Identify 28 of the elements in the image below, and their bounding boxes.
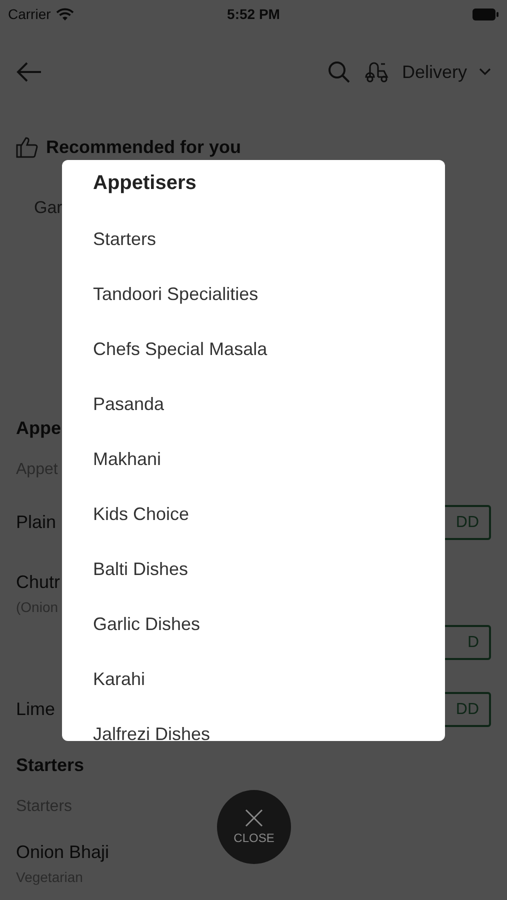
category-item[interactable]: Makhani [93,432,414,487]
status-time: 5:52 PM [227,6,280,22]
chevron-down-icon[interactable] [479,68,491,76]
section-title: Starters [16,755,84,775]
thumbs-up-icon [16,136,38,158]
close-button[interactable]: CLOSE [217,790,291,864]
category-item[interactable]: Jalfrezi Dishes [93,707,414,741]
category-item[interactable]: Chefs Special Masala [93,322,414,377]
dish-name: Onion Bhaji [16,842,110,863]
category-item[interactable]: Kids Choice [93,487,414,542]
wifi-icon [56,8,74,20]
dish-name: Chutr [16,572,60,593]
back-arrow-icon[interactable] [16,62,42,82]
close-icon [245,809,263,827]
category-item[interactable]: Tandoori Specialities [93,267,414,322]
search-icon[interactable] [328,61,350,83]
category-item[interactable]: Balti Dishes [93,542,414,597]
category-item[interactable]: Garlic Dishes [93,597,414,652]
battery-icon [472,8,499,20]
menu-title: Appetisers [93,172,198,196]
section-title: Recommended for you [46,136,242,158]
category-item[interactable]: Starters [93,212,414,267]
section-title: Appe [16,418,61,438]
carrier-label: Carrier [8,6,51,22]
category-item[interactable]: Karahi [93,652,414,707]
dish-name: Lime [16,699,56,720]
category-item[interactable]: Pasanda [93,377,414,432]
dish-name: Plain [16,512,56,533]
